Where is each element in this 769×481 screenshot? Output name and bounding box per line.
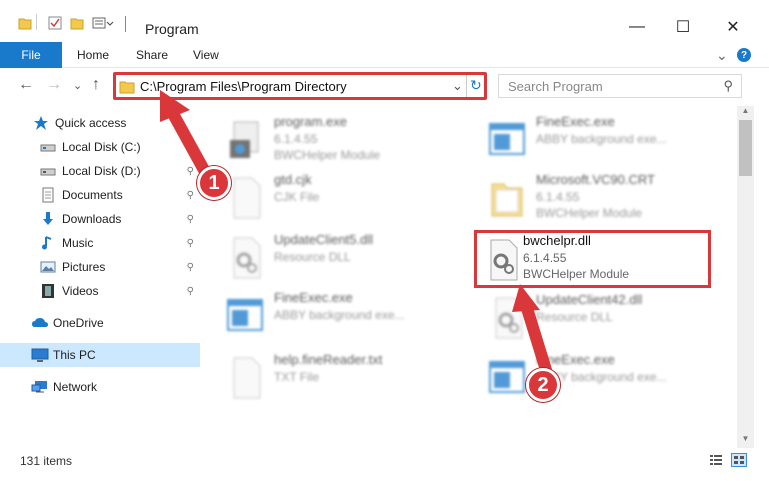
arrow-2 <box>520 299 552 376</box>
annotation-arrows <box>160 90 552 376</box>
arrow-2-head <box>512 284 540 312</box>
step-1-badge: 1 <box>197 166 231 200</box>
step-2-badge: 2 <box>526 368 560 402</box>
